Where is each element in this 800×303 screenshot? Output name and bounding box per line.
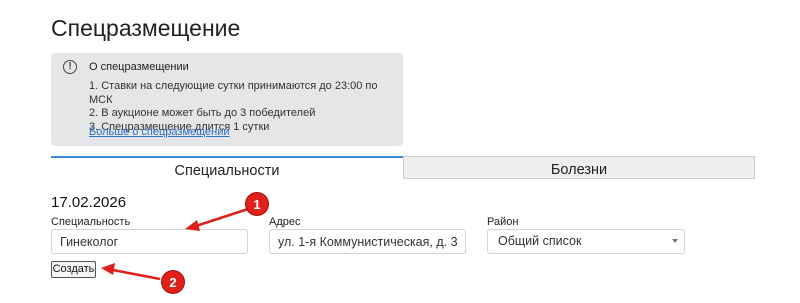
annotation-arrowhead-1	[185, 220, 200, 231]
annotation-arrow-1	[195, 207, 249, 228]
annotation-marker-1: 1	[245, 192, 269, 216]
annotation-marker-2: 2	[161, 270, 185, 294]
annotation-arrow-2	[112, 268, 161, 281]
annotation-arrows	[101, 207, 249, 281]
annotation-arrowhead-2	[101, 263, 115, 275]
